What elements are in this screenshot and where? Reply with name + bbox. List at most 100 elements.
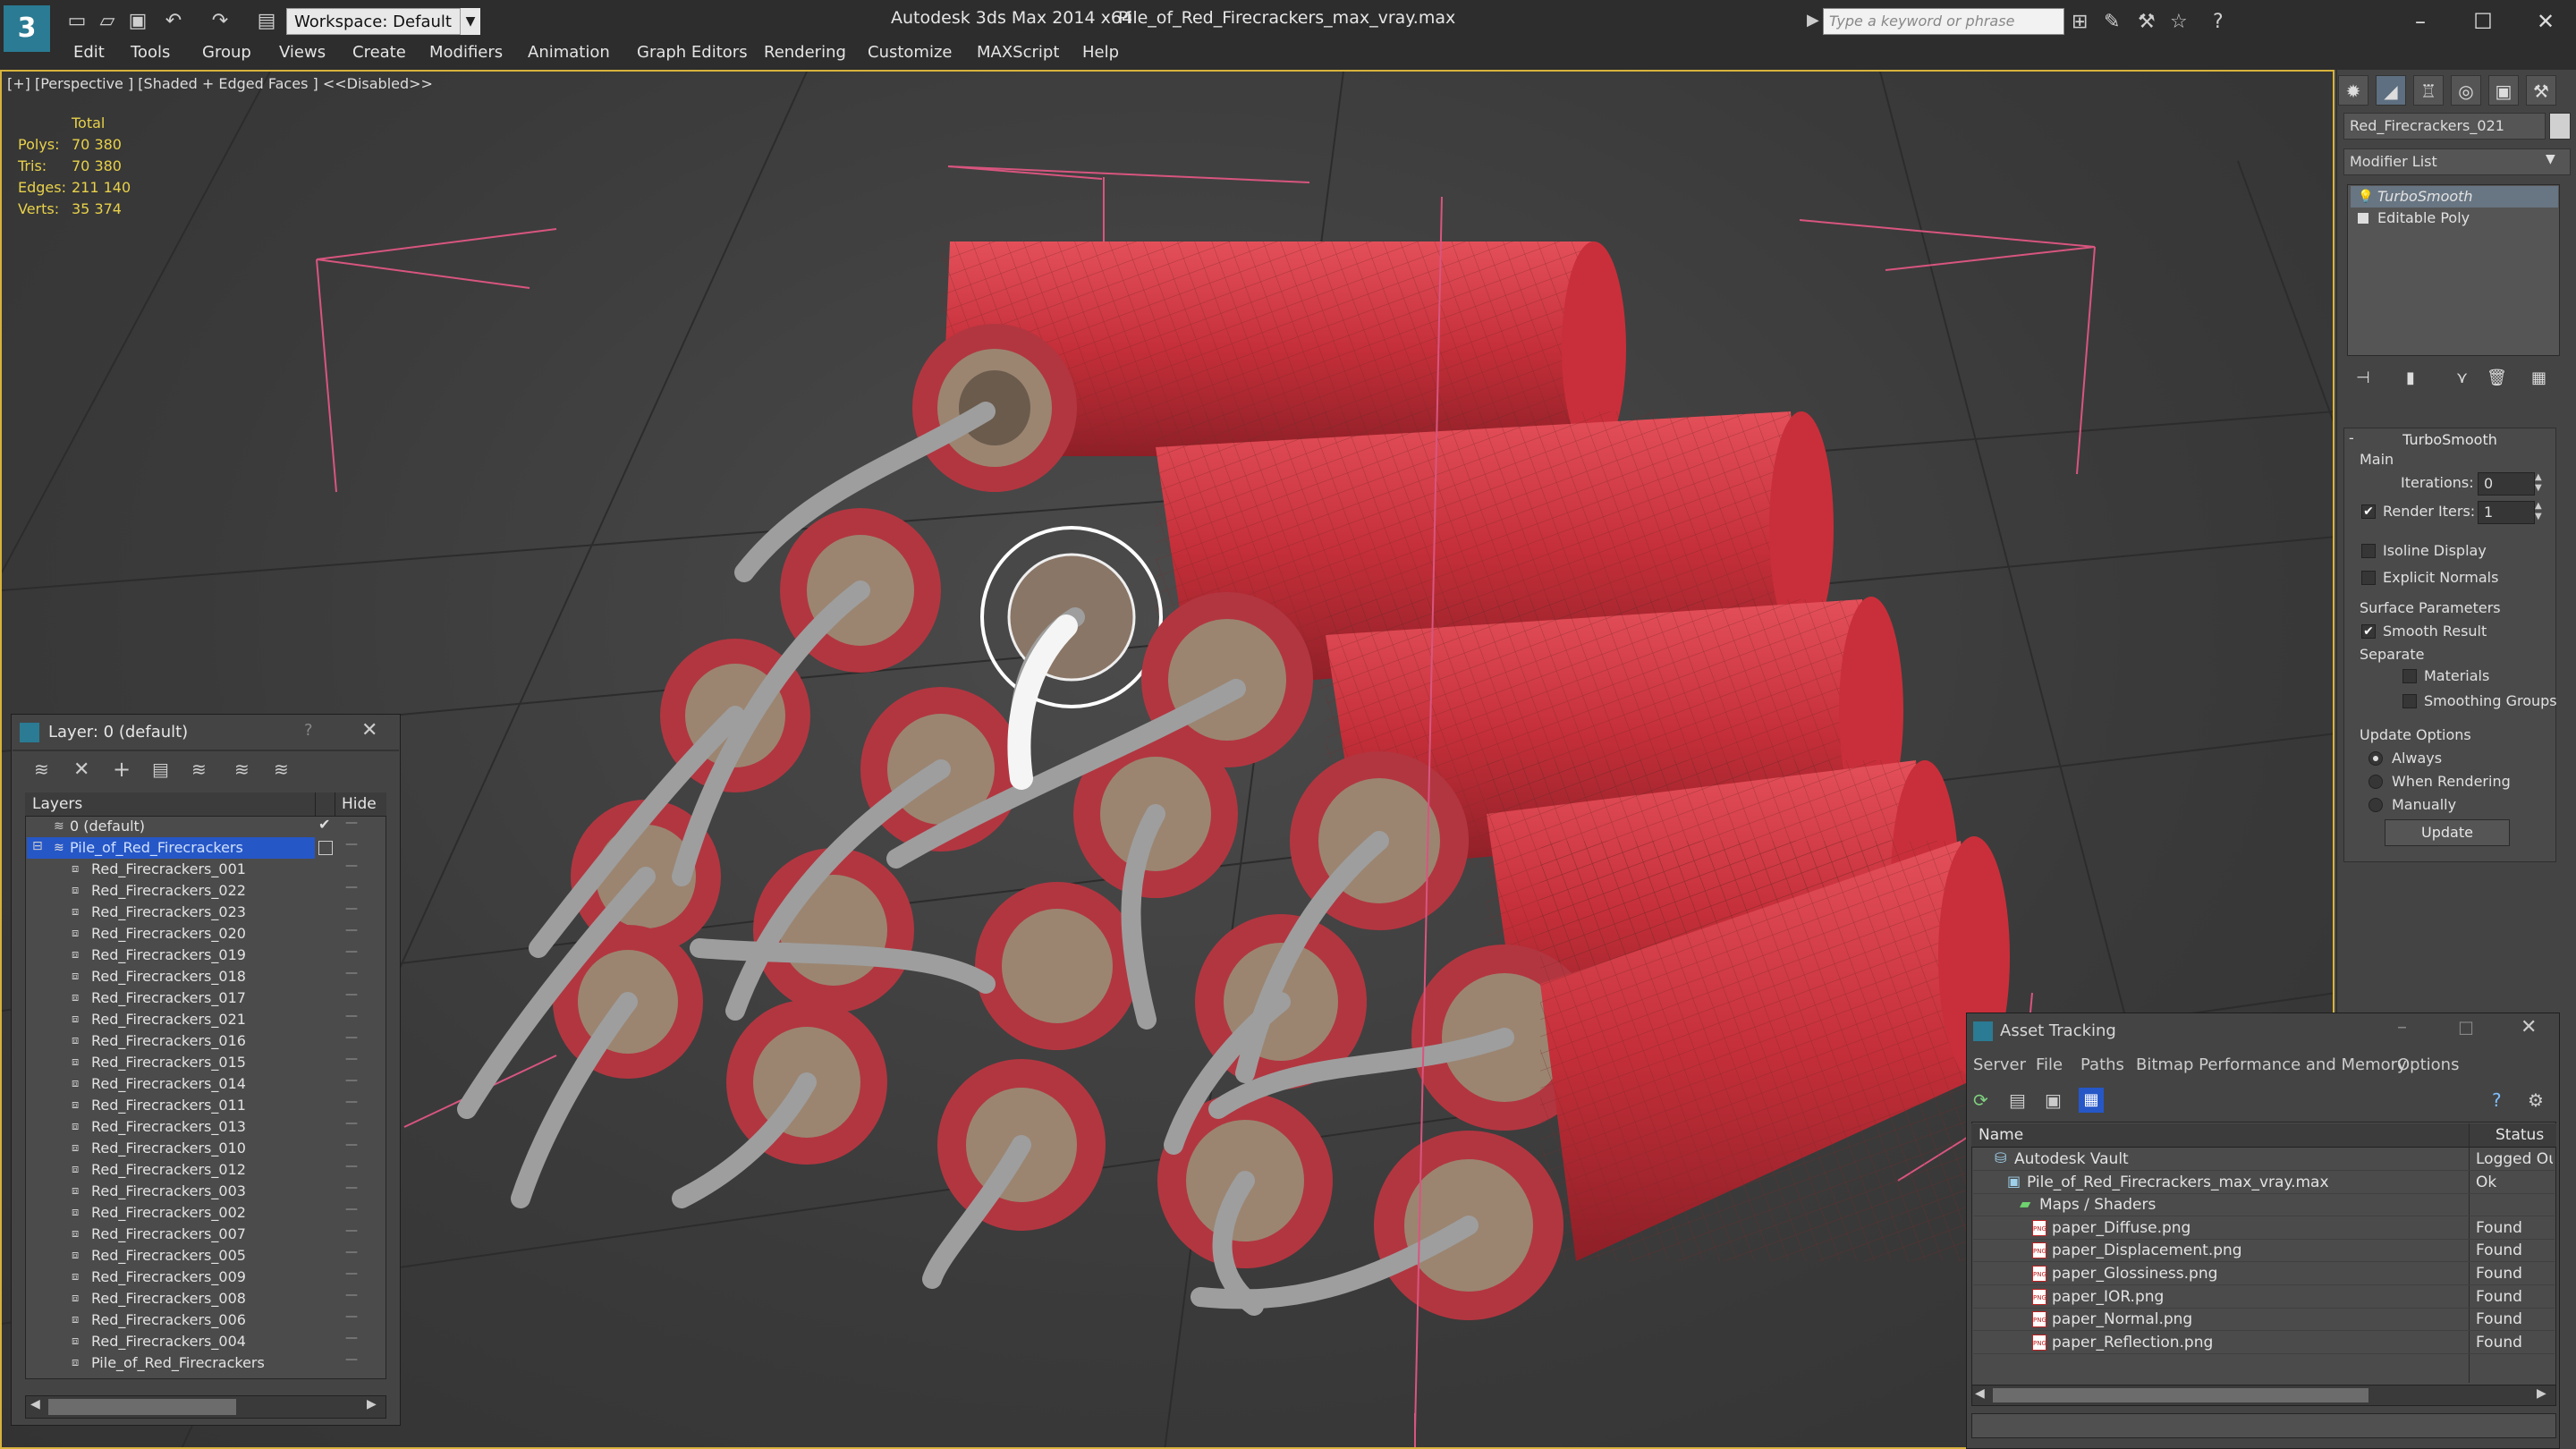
- hide-toggle[interactable]: —: [345, 1138, 358, 1152]
- select-objects-icon[interactable]: ≋: [191, 758, 207, 780]
- hide-toggle[interactable]: —: [345, 1052, 358, 1066]
- manually-radio[interactable]: [2368, 798, 2383, 812]
- minimize-button[interactable]: –: [2397, 1016, 2407, 1038]
- asset-name-cell[interactable]: paper_Reflection.png: [2052, 1332, 2213, 1353]
- hide-toggle[interactable]: —: [345, 880, 358, 894]
- add-layer-icon[interactable]: +: [113, 757, 131, 782]
- layer-item-row[interactable]: Red_Firecrackers_015: [27, 1052, 315, 1073]
- app-logo-button[interactable]: 3: [4, 5, 50, 52]
- smoothing-groups-checkbox[interactable]: [2402, 694, 2417, 708]
- menu-maxscript[interactable]: MAXScript: [977, 43, 1059, 62]
- hide-all-icon[interactable]: ≋: [274, 758, 289, 780]
- settings-icon[interactable]: ⚙: [2528, 1089, 2544, 1111]
- hierarchy-tab-icon[interactable]: ♖: [2413, 75, 2444, 106]
- hide-toggle[interactable]: —: [345, 987, 358, 1002]
- layer-item-row[interactable]: Red_Firecrackers_019: [27, 945, 315, 966]
- menu-edit[interactable]: Edit: [73, 43, 105, 62]
- highlight-layer-icon[interactable]: ≋: [234, 758, 250, 780]
- isoline-checkbox[interactable]: [2361, 544, 2376, 558]
- binoculars-icon[interactable]: ⊞: [2072, 11, 2088, 33]
- hide-toggle[interactable]: —: [345, 1095, 358, 1109]
- hide-toggle[interactable]: —: [345, 816, 358, 830]
- thumbnail-view-icon[interactable]: ▣: [2045, 1089, 2062, 1111]
- chevron-right-icon[interactable]: ▶: [367, 1397, 377, 1411]
- chevron-right-icon[interactable]: ▶: [2537, 1386, 2546, 1401]
- layer-item-row[interactable]: Red_Firecrackers_010: [27, 1138, 315, 1159]
- col-hide-header[interactable]: Hide: [342, 792, 377, 816]
- materials-checkbox[interactable]: [2402, 669, 2417, 683]
- menu-rendering[interactable]: Rendering: [764, 43, 846, 62]
- hide-toggle[interactable]: —: [345, 1181, 358, 1195]
- hide-toggle[interactable]: —: [345, 859, 358, 873]
- menu-views[interactable]: Views: [279, 43, 326, 62]
- layer-close-button[interactable]: ✕: [361, 719, 377, 741]
- asset-name-cell[interactable]: paper_Diffuse.png: [2052, 1217, 2190, 1239]
- layer-help-button[interactable]: ?: [304, 721, 313, 740]
- asset-menu-bitmap[interactable]: Bitmap Performance and Memory: [2136, 1055, 2407, 1074]
- layer-item-row[interactable]: Red_Firecrackers_004: [27, 1331, 315, 1352]
- help-icon[interactable]: ?: [2213, 11, 2224, 33]
- open-file-icon[interactable]: ▱: [95, 9, 120, 34]
- chevron-left-icon[interactable]: ◀: [1975, 1386, 1985, 1401]
- stack-item-turbosmooth[interactable]: TurboSmooth: [2351, 186, 2558, 208]
- redo-icon[interactable]: ↷: [208, 9, 233, 34]
- smooth-result-checkbox[interactable]: ✔: [2361, 624, 2376, 639]
- maximize-button[interactable]: ☐: [2465, 5, 2501, 38]
- asset-name-cell[interactable]: Pile_of_Red_Firecrackers_max_vray.max: [2027, 1172, 2329, 1193]
- hide-toggle[interactable]: —: [345, 923, 358, 937]
- layer-item-row[interactable]: Red_Firecrackers_023: [27, 902, 315, 923]
- col-name-header[interactable]: Name: [1979, 1123, 2023, 1147]
- always-radio[interactable]: [2368, 751, 2383, 766]
- configure-sets-icon[interactable]: ▦: [2531, 369, 2546, 387]
- layer-item-row[interactable]: Red_Firecrackers_011: [27, 1095, 315, 1116]
- render-iters-checkbox[interactable]: ✔: [2361, 504, 2376, 519]
- layer-item-row[interactable]: Red_Firecrackers_020: [27, 923, 315, 945]
- collapse-icon[interactable]: ⊟: [32, 839, 43, 853]
- hide-toggle[interactable]: —: [345, 1352, 358, 1367]
- asset-menu-paths[interactable]: Paths: [2080, 1055, 2124, 1074]
- scrollbar-thumb[interactable]: [48, 1399, 236, 1415]
- layer-item-row[interactable]: Red_Firecrackers_012: [27, 1159, 315, 1181]
- undo-icon[interactable]: ↶: [161, 9, 186, 34]
- layer-item-row[interactable]: Red_Firecrackers_006: [27, 1309, 315, 1331]
- list-view-icon[interactable]: ▤: [2009, 1089, 2026, 1111]
- layer-item-row[interactable]: Red_Firecrackers_009: [27, 1267, 315, 1288]
- hide-toggle[interactable]: —: [345, 1116, 358, 1131]
- col-layers-header[interactable]: Layers: [32, 792, 82, 816]
- delete-layer-icon[interactable]: ✕: [73, 758, 89, 781]
- display-tab-icon[interactable]: ▣: [2488, 75, 2519, 106]
- asset-menu-server[interactable]: Server: [1973, 1055, 2026, 1074]
- asset-name-cell[interactable]: Autodesk Vault: [2014, 1148, 2129, 1170]
- hide-toggle[interactable]: —: [345, 1309, 358, 1324]
- explicit-normals-checkbox[interactable]: [2361, 571, 2376, 585]
- render-iters-spinner[interactable]: 1: [2478, 501, 2535, 524]
- help-icon[interactable]: ?: [2492, 1089, 2502, 1111]
- layer-item-row[interactable]: Red_Firecrackers_022: [27, 880, 315, 902]
- asset-menu-file[interactable]: File: [2036, 1055, 2063, 1074]
- hide-toggle[interactable]: —: [345, 837, 358, 852]
- object-color-swatch[interactable]: [2549, 113, 2571, 140]
- hide-toggle[interactable]: —: [345, 1224, 358, 1238]
- lightbulb-icon[interactable]: 💡: [2358, 190, 2373, 204]
- menu-modifiers[interactable]: Modifiers: [429, 43, 503, 62]
- layer-item-row[interactable]: Red_Firecrackers_014: [27, 1073, 315, 1095]
- asset-menu-options[interactable]: Options: [2397, 1055, 2459, 1074]
- hide-toggle[interactable]: —: [345, 1202, 358, 1216]
- asset-path-field[interactable]: [1971, 1413, 2556, 1438]
- layer-item-row[interactable]: Red_Firecrackers_001: [27, 859, 315, 880]
- menu-tools[interactable]: Tools: [131, 43, 170, 62]
- when-rendering-radio[interactable]: [2368, 775, 2383, 789]
- hide-toggle[interactable]: —: [345, 902, 358, 916]
- asset-name-cell[interactable]: paper_Displacement.png: [2052, 1240, 2242, 1261]
- update-button[interactable]: Update: [2385, 819, 2510, 846]
- subscription-icon[interactable]: ✎: [2104, 11, 2120, 33]
- communication-icon[interactable]: ⚒: [2138, 11, 2156, 33]
- modify-tab-icon[interactable]: ◢: [2376, 75, 2406, 106]
- asset-name-cell[interactable]: paper_Glossiness.png: [2052, 1263, 2217, 1284]
- asset-name-cell[interactable]: Maps / Shaders: [2039, 1194, 2156, 1216]
- hide-toggle[interactable]: —: [345, 1288, 358, 1302]
- search-input[interactable]: Type a keyword or phrase: [1823, 8, 2064, 35]
- layer-row-default[interactable]: 0 (default): [27, 816, 385, 837]
- menu-group[interactable]: Group: [202, 43, 251, 62]
- chevron-down-icon[interactable]: ▼: [460, 8, 480, 35]
